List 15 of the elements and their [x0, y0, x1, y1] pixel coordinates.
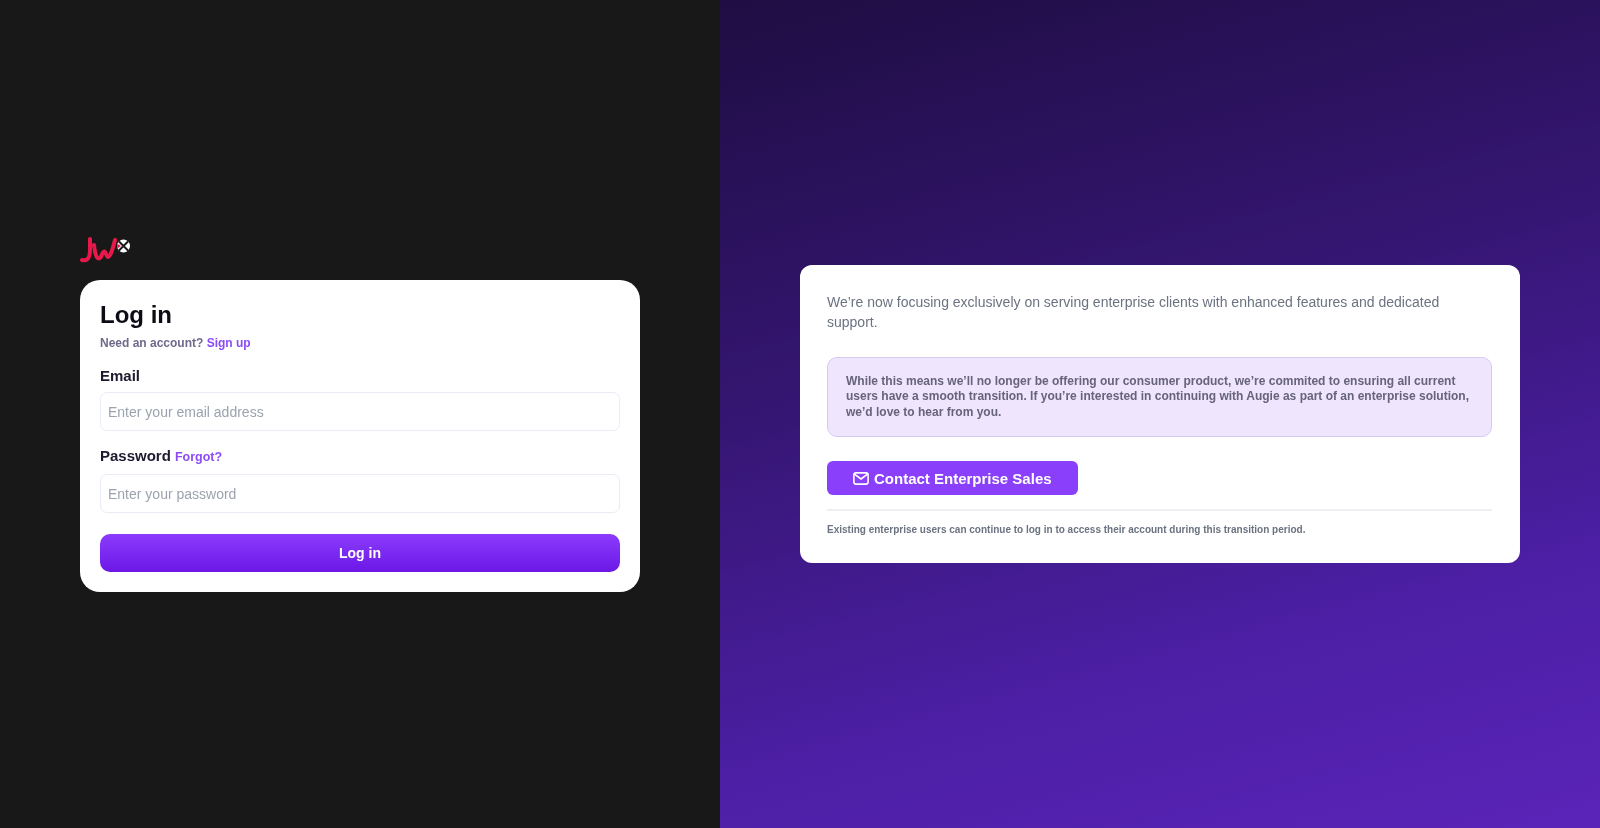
- logo-icon: [80, 236, 131, 264]
- forgot-link[interactable]: Forgot?: [174, 448, 223, 467]
- signup-prompt: Need an account? Sign up: [100, 336, 252, 351]
- login-button[interactable]: Log in: [100, 534, 620, 572]
- signup-link[interactable]: Sign up: [206, 336, 251, 350]
- intro-text: We’re now focusing exclusively on serving enterprise clients with enhanced features and dedicated support.: [827, 292, 1441, 332]
- login-title: Log in: [100, 300, 173, 330]
- field-label: Email: [100, 366, 141, 385]
- input-field[interactable]: Enter your password: [100, 474, 620, 513]
- field-label: Password: [100, 446, 171, 465]
- footnote-text: Existing enterprise users can continue to log in to access their account during this transition period.: [827, 523, 1306, 537]
- contact-sales-button[interactable]: Contact Enterprise Sales: [827, 461, 1078, 496]
- mail-icon: [853, 471, 869, 485]
- callout-text: While this means we’ll no longer be offering our consumer product, we’re commited to ensuring all current users have a smooth transition. If you’re interested in continuing with Augie as part of an enterprise solution, we’d love to hear from you.: [846, 373, 1470, 421]
- input-field[interactable]: Enter your email address: [100, 392, 620, 431]
